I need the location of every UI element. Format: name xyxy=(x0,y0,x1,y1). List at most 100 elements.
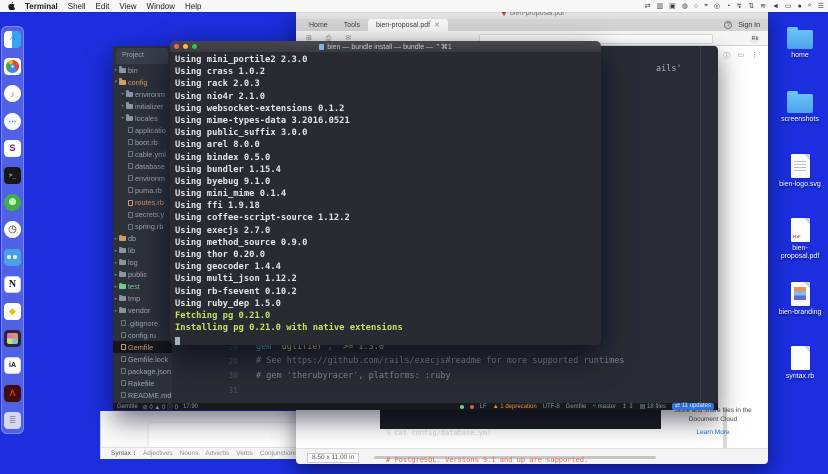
tweetbot-icon[interactable] xyxy=(4,249,21,266)
tree-item-package-json[interactable]: package.json xyxy=(113,365,172,377)
status-icon-5[interactable]: ⌖ xyxy=(704,2,708,10)
tree-item-secrets-y[interactable]: secrets.y xyxy=(113,209,172,221)
menu-left: Terminal Shell Edit View Window Help xyxy=(0,2,201,11)
tree-item-vendor[interactable]: ▸vendor xyxy=(113,305,172,317)
notion-icon[interactable]: N xyxy=(4,276,21,293)
project-tab[interactable]: Project xyxy=(116,48,168,64)
desktop-icon-bien-logo-svg[interactable]: bien-logo.svg xyxy=(772,154,828,189)
tree-item-public[interactable]: ▸public xyxy=(113,269,172,281)
desktop-icon-screenshots[interactable]: screenshots xyxy=(772,90,828,124)
status-icon-12[interactable]: ▭ xyxy=(785,2,792,10)
tree-item-cable-yml[interactable]: cable.yml xyxy=(113,148,172,160)
syntax-toggle-conjunctions[interactable]: Conjunctions xyxy=(260,450,298,457)
acrobat-icon[interactable]: Λ xyxy=(4,385,21,402)
terminal-window[interactable]: bien — bundle install — bundle — ⌃⌘1 Usi… xyxy=(170,41,601,345)
menu-item-help[interactable]: Help xyxy=(185,2,201,11)
tree-item-initializer[interactable]: ▸initializer xyxy=(113,100,172,112)
background-terminal-window[interactable]: 3 cat config/database.yml # PostgreSQL. … xyxy=(380,410,661,429)
status-icon-4[interactable]: ○ xyxy=(694,3,698,10)
tree-item-README-md[interactable]: README.md xyxy=(113,389,172,401)
tree-item-environm[interactable]: ▸environm xyxy=(113,88,172,100)
tree-item-config[interactable]: ▾config xyxy=(113,76,172,88)
tab-tools[interactable]: Tools xyxy=(336,20,368,31)
terminal-body[interactable]: Using mini_portile2 2.3.0Using crass 1.0… xyxy=(170,52,601,345)
slack-icon[interactable]: S xyxy=(4,140,21,157)
status-icon-0[interactable]: ⇄ xyxy=(645,2,651,10)
folder-icon xyxy=(119,284,126,289)
syntax-toggle-adverbs[interactable]: Adverbs xyxy=(205,450,229,457)
status-icon-2[interactable]: ▣ xyxy=(669,2,676,10)
sketch-icon[interactable]: ◆ xyxy=(4,303,21,320)
tree-item-Gemfile[interactable]: Gemfile xyxy=(113,341,172,353)
sign-in-button[interactable]: Sign In xyxy=(738,22,760,29)
tree-item-applicatio[interactable]: applicatio xyxy=(113,124,172,136)
syntax-toggle-adjectives[interactable]: Adjectives xyxy=(143,450,173,457)
tree-item-Rakefile[interactable]: Rakefile xyxy=(113,377,172,389)
terminal-line: Using ruby_dep 1.5.0 xyxy=(175,299,601,311)
file-icon xyxy=(128,127,133,133)
tree-item-Gemfile-lock[interactable]: Gemfile.lock xyxy=(113,353,172,365)
tree-item-boot-rb[interactable]: boot.rb xyxy=(113,136,172,148)
help-icon[interactable]: ? xyxy=(724,21,732,29)
ia-writer-icon[interactable]: iA xyxy=(4,357,21,374)
learn-more-link[interactable]: Learn More xyxy=(660,428,766,437)
green-circle-app-icon[interactable] xyxy=(4,194,21,211)
acrobat-side-tool-3[interactable]: ⋮ xyxy=(751,51,758,61)
status-icon-6[interactable]: ◎ xyxy=(714,2,720,10)
trash-icon[interactable]: ≣ xyxy=(4,412,21,429)
status-icon-11[interactable]: ◄ xyxy=(772,3,779,10)
tree-item-lib[interactable]: ▸lib xyxy=(113,245,172,257)
desktop-icon-syntax-rb[interactable]: syntax.rb xyxy=(772,346,828,381)
clock-app-icon[interactable]: ◷ xyxy=(4,221,21,238)
desktop-icon-bien-proposal-pdf[interactable]: bien-proposal.pdf xyxy=(772,218,828,261)
messages-icon[interactable]: ⋯ xyxy=(4,113,21,130)
syntax-toggle-verbs[interactable]: Verbs xyxy=(236,450,253,457)
status-icon-15[interactable]: ☰ xyxy=(818,2,824,10)
chrome-icon[interactable] xyxy=(4,58,21,75)
status-icon-3[interactable]: ◍ xyxy=(682,2,688,10)
close-tab-icon[interactable]: ✕ xyxy=(434,21,440,29)
tree-item-spring-rb[interactable]: spring.rb xyxy=(113,221,172,233)
tree-item-label: initializer xyxy=(135,102,163,111)
status-icon-10[interactable]: ≋ xyxy=(760,2,766,10)
tree-item-routes-rb[interactable]: routes.rb xyxy=(113,197,172,209)
menu-app-name[interactable]: Terminal xyxy=(25,2,58,11)
acrobat-side-tool-2[interactable]: ▭ xyxy=(737,51,744,61)
status-icon-8[interactable]: ↯ xyxy=(736,2,742,10)
menu-item-window[interactable]: Window xyxy=(147,2,175,11)
itunes-icon[interactable]: ♪ xyxy=(4,85,21,102)
terminal-titlebar[interactable]: bien — bundle install — bundle — ⌃⌘1 xyxy=(170,41,601,52)
tree-item-database[interactable]: database xyxy=(113,160,172,172)
status-item-9[interactable]: ⇄ 11 updates xyxy=(672,403,714,410)
tree-item-bin[interactable]: ▸bin xyxy=(113,64,172,76)
tab-home[interactable]: Home xyxy=(301,20,336,31)
status-icon-13[interactable]: ● xyxy=(798,3,802,10)
tree-item-locales[interactable]: ▸locales xyxy=(113,112,172,124)
syntax-toggle-nouns[interactable]: Nouns xyxy=(180,450,199,457)
menu-item-edit[interactable]: Edit xyxy=(96,2,110,11)
apple-menu-icon[interactable] xyxy=(8,2,15,10)
tree-item-environm[interactable]: environm xyxy=(113,172,172,184)
desktop-icon-bien-branding[interactable]: bien-branding xyxy=(772,282,828,317)
menu-item-view[interactable]: View xyxy=(119,2,136,11)
tree-item-db[interactable]: ▸db xyxy=(113,233,172,245)
photo-grid-app-icon[interactable] xyxy=(4,330,21,347)
tree-item--gitignore[interactable]: .gitignore xyxy=(113,317,172,329)
tree-item-test[interactable]: ▸test xyxy=(113,281,172,293)
tree-item-puma-rb[interactable]: puma.rb xyxy=(113,184,172,196)
acrobat-avatar[interactable]: Rk xyxy=(750,34,760,44)
acrobat-side-tool-1[interactable]: ⓘ xyxy=(723,51,730,61)
terminal-icon[interactable]: >_ xyxy=(4,167,21,184)
status-icon-14[interactable]: ⌕ xyxy=(808,2,812,10)
tree-item-log[interactable]: ▸log xyxy=(113,257,172,269)
syntax-menu[interactable]: Syntax ↕ xyxy=(111,450,136,457)
tree-item-tmp[interactable]: ▸tmp xyxy=(113,293,172,305)
tree-item-config-ru[interactable]: config.ru xyxy=(113,329,172,341)
tab-document[interactable]: bien-proposal.pdf✕ xyxy=(368,19,448,31)
finder-icon[interactable]: ◠ xyxy=(4,31,21,48)
status-icon-7[interactable]: ◔ xyxy=(726,3,730,10)
status-icon-9[interactable]: ⇅ xyxy=(748,2,754,10)
menu-item-shell[interactable]: Shell xyxy=(68,2,86,11)
desktop-icon-home[interactable]: home xyxy=(772,26,828,60)
status-icon-1[interactable]: ▥ xyxy=(656,2,663,10)
